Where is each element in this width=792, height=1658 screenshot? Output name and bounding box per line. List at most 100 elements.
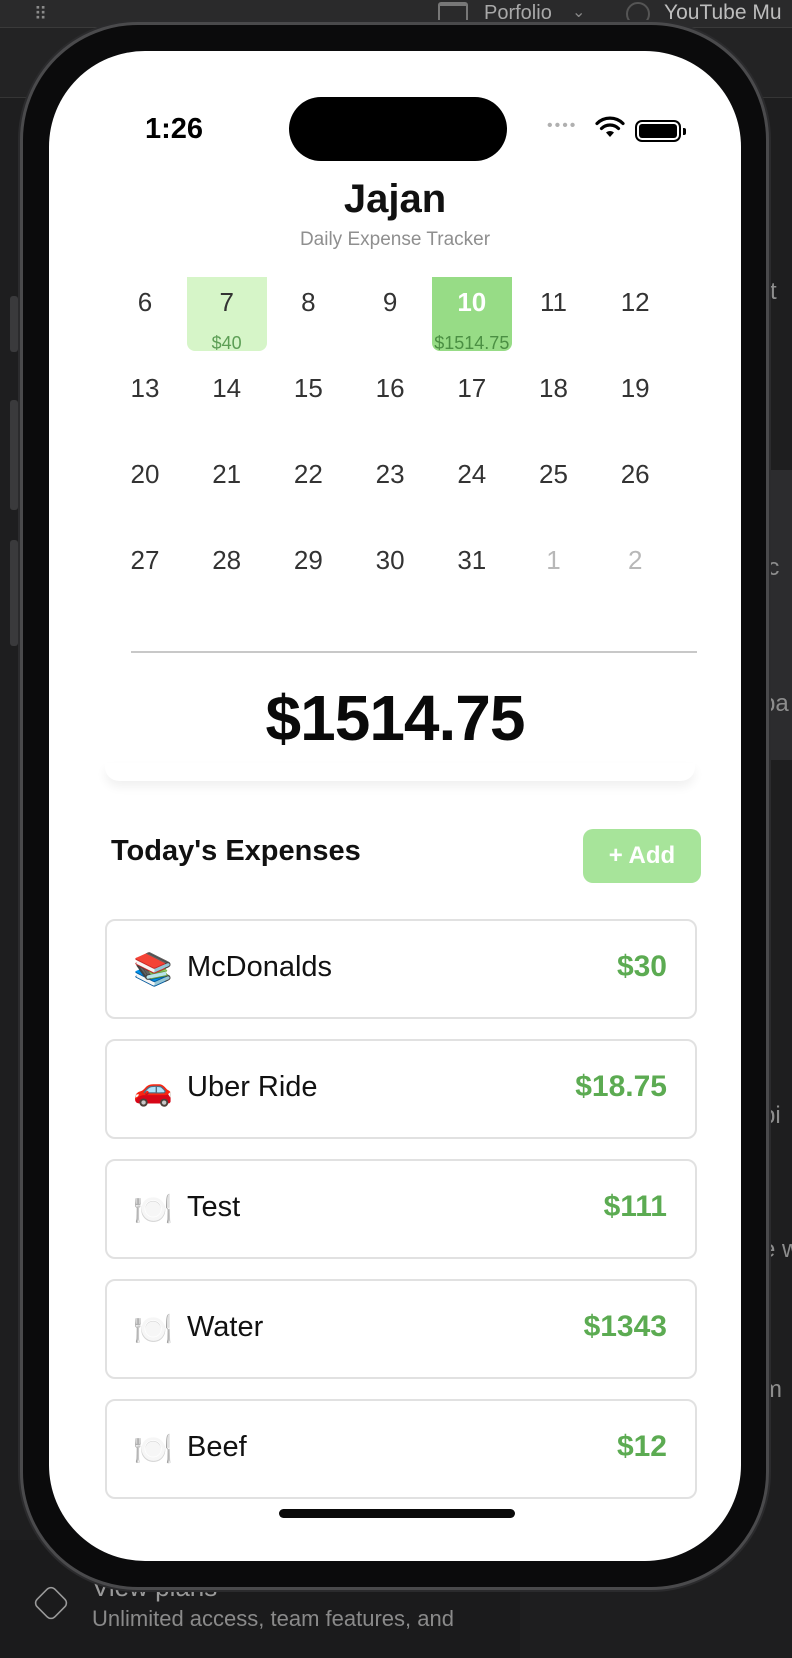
app-title: Jajan <box>343 177 447 221</box>
calendar-day[interactable]: 14 <box>187 363 267 443</box>
calendar-day-number: 17 <box>457 373 487 403</box>
folder-icon <box>438 2 468 24</box>
section-title: Today's Expenses <box>111 835 361 867</box>
calendar-day[interactable]: 9 <box>350 277 430 357</box>
background-sidebar-marker <box>10 400 18 510</box>
calendar-day[interactable]: 29 <box>268 535 348 615</box>
calendar-day[interactable]: 30 <box>350 535 430 615</box>
divider <box>131 651 697 653</box>
expense-card[interactable]: 🚗 Uber Ride $18.75 <box>105 1039 697 1139</box>
background-sidebar-marker <box>10 296 18 352</box>
calendar-day-number: 7 <box>219 287 234 317</box>
calendar-day[interactable]: 27 <box>105 535 185 615</box>
calendar-day[interactable]: 13 <box>105 363 185 443</box>
grid-icon[interactable]: ⠿ <box>34 4 56 24</box>
calendar-day-number: 30 <box>375 545 405 575</box>
expense-card[interactable]: 🍽️ Test $111 <box>105 1159 697 1259</box>
expense-amount: $12 <box>616 1430 667 1463</box>
calendar-day-number: 18 <box>539 373 568 403</box>
phone-screen: 1:26 •••• Jajan Daily Expense Tracker 6 7… <box>49 51 741 1561</box>
calendar-day[interactable]: 20 <box>105 449 185 529</box>
calendar-day-number: 23 <box>375 459 405 489</box>
tab-youtube[interactable]: YouTube Mu <box>664 0 782 26</box>
calendar-day-number: 15 <box>293 373 323 403</box>
calendar-day-number: 1 <box>546 545 561 575</box>
summary-card-edge <box>105 763 695 781</box>
calendar-day-number: 28 <box>212 545 242 575</box>
battery-icon <box>635 120 686 142</box>
car-icon: 🚗 <box>133 1071 173 1107</box>
calendar-day-number: 16 <box>375 373 405 403</box>
books-icon: 📚 <box>133 951 173 987</box>
calendar-day-number: 8 <box>301 287 316 317</box>
calendar-day[interactable]: 12 <box>595 277 675 357</box>
calendar-day[interactable]: 26 <box>595 449 675 529</box>
calendar-day[interactable]: 23 <box>350 449 430 529</box>
calendar-day[interactable]: 11 <box>514 277 594 357</box>
expense-card[interactable]: 🍽️ Beef $12 <box>105 1399 697 1499</box>
calendar-day[interactable]: 15 <box>268 363 348 443</box>
expense-amount: $30 <box>616 950 667 983</box>
calendar-day-number: 24 <box>457 459 487 489</box>
add-expense-button[interactable]: + Add <box>583 829 701 883</box>
plate-icon: 🍽️ <box>133 1431 173 1467</box>
calendar-day[interactable]: 18 <box>514 363 594 443</box>
expense-name: Test <box>187 1191 241 1223</box>
calendar-day-number: 26 <box>620 459 650 489</box>
calendar-day[interactable]: 17 <box>432 363 512 443</box>
app-subtitle: Daily Expense Tracker <box>299 229 491 250</box>
signal-icon: •••• <box>547 117 578 134</box>
calendar-day-number: 19 <box>620 373 650 403</box>
calendar-day-number: 6 <box>137 287 153 317</box>
calendar-day[interactable]: 16 <box>350 363 430 443</box>
calendar-day[interactable]: 25 <box>514 449 594 529</box>
calendar-day[interactable]: 28 <box>187 535 267 615</box>
calendar-day-number: 22 <box>293 459 323 489</box>
expense-amount: $18.75 <box>575 1070 667 1103</box>
calendar-day-amount: $1514.75 <box>434 333 510 353</box>
phone-frame: 1:26 •••• Jajan Daily Expense Tracker 6 7… <box>20 22 769 1590</box>
plate-icon: 🍽️ <box>133 1311 173 1347</box>
calendar-day[interactable]: 10 $1514.75 <box>431 277 512 357</box>
calendar-day-number: 31 <box>457 545 487 575</box>
calendar-day-amount: $40 <box>211 333 242 353</box>
calendar-day-number: 10 <box>457 287 487 317</box>
calendar-day[interactable]: 24 <box>432 449 512 529</box>
calendar-day[interactable]: 22 <box>268 449 348 529</box>
calendar-day-number: 9 <box>382 287 398 317</box>
expense-name: Beef <box>187 1431 247 1463</box>
home-indicator[interactable] <box>279 1509 515 1518</box>
plate-icon: 🍽️ <box>133 1191 173 1227</box>
expense-card[interactable]: 🍽️ Water $1343 <box>105 1279 697 1379</box>
calendar-day[interactable]: 6 <box>105 277 185 357</box>
calendar-day[interactable]: 21 <box>187 449 267 529</box>
calendar-day-number: 14 <box>212 373 242 403</box>
calendar-day[interactable]: 7 $40 <box>186 277 267 357</box>
calendar-day-number: 12 <box>620 287 650 317</box>
calendar-day-number: 27 <box>130 545 160 575</box>
expense-name: Uber Ride <box>187 1071 318 1103</box>
total-amount: $1514.75 <box>265 682 526 754</box>
calendar-day[interactable]: 31 <box>432 535 512 615</box>
calendar-day-number: 25 <box>539 459 568 489</box>
expense-amount: $1343 <box>583 1310 667 1343</box>
background-sidebar-marker <box>10 540 18 646</box>
calendar-day[interactable]: 2 <box>595 535 675 615</box>
calendar-day[interactable]: 19 <box>595 363 675 443</box>
wifi-icon <box>595 116 625 137</box>
expense-card[interactable]: 📚 McDonalds $30 <box>105 919 697 1019</box>
calendar-day-number: 2 <box>627 545 643 575</box>
calendar-day-number: 20 <box>130 459 160 489</box>
calendar-day-number: 11 <box>540 287 567 317</box>
calendar-day[interactable]: 8 <box>268 277 348 357</box>
dynamic-island <box>289 97 507 161</box>
calendar-day[interactable]: 1 <box>514 535 594 615</box>
plans-subtitle: Unlimited access, team features, and <box>92 1606 454 1631</box>
calendar-day-number: 21 <box>212 459 242 489</box>
expense-name: Water <box>187 1311 264 1343</box>
expense-amount: $111 <box>603 1190 667 1223</box>
calendar-grid: 6 7 $40 8 9 10 $1514.75 11 12 13 14 15 16 17 18 19 20 21 2… <box>105 277 677 617</box>
calendar-day-number: 29 <box>293 545 323 575</box>
status-time: 1:26 <box>145 113 204 145</box>
expense-name: McDonalds <box>187 951 333 983</box>
